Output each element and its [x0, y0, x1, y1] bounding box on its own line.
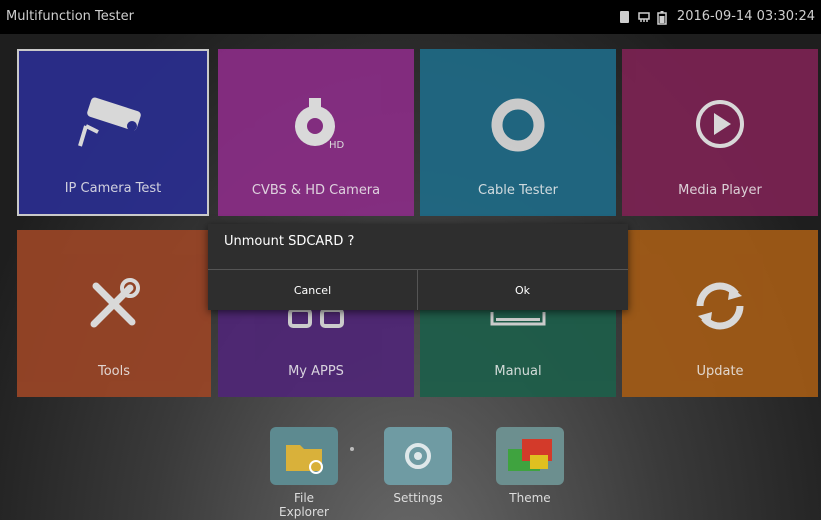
- sdcard-icon: [619, 10, 629, 23]
- cable-ring-icon: [490, 97, 546, 157]
- tile-label: My APPS: [288, 364, 344, 379]
- refresh-icon: [690, 278, 750, 338]
- dock-label: File Explorer: [279, 491, 329, 519]
- theme-icon: [496, 427, 564, 485]
- lan-icon: [637, 11, 650, 23]
- tile-update[interactable]: Update: [622, 230, 818, 397]
- dock-separator: [350, 447, 354, 451]
- dock-label: Theme: [509, 491, 551, 505]
- folder-icon: [270, 427, 338, 485]
- settings-icon: [384, 427, 452, 485]
- tile-cable-tester[interactable]: Cable Tester: [420, 49, 616, 216]
- unmount-dialog: Unmount SDCARD ? Cancel Ok: [208, 224, 628, 310]
- tile-label: CVBS & HD Camera: [251, 183, 381, 198]
- cancel-button[interactable]: Cancel: [208, 270, 417, 310]
- tile-label: IP Camera Test: [64, 181, 162, 196]
- tile-media-player[interactable]: Media Player: [622, 49, 818, 216]
- dock-settings[interactable]: Settings: [382, 427, 454, 505]
- dock-theme[interactable]: Theme: [494, 427, 566, 505]
- dock-label: Settings: [393, 491, 443, 505]
- tile-label: Tools: [97, 364, 131, 379]
- battery-icon: [657, 10, 669, 25]
- status-indicators: 2016-09-14 03:30:24: [619, 9, 815, 25]
- tile-ip-camera-test[interactable]: IP Camera Test: [17, 49, 209, 216]
- tools-icon: [84, 274, 144, 338]
- datetime: 2016-09-14 03:30:24: [676, 9, 815, 24]
- app-title: Multifunction Tester: [6, 9, 134, 24]
- manual-icon: [488, 310, 548, 332]
- svg-text:HD: HD: [329, 140, 345, 150]
- status-bar: Multifunction Tester 2016-09-14 03:30:24: [0, 0, 821, 34]
- tile-cvbs-hd-camera[interactable]: HD CVBS & HD Camera: [218, 49, 414, 216]
- play-icon: [693, 97, 747, 155]
- ptz-camera-icon: HD: [285, 94, 347, 154]
- ok-button[interactable]: Ok: [418, 270, 627, 310]
- dialog-message: Unmount SDCARD ?: [224, 234, 355, 249]
- tile-tools[interactable]: Tools: [17, 230, 211, 397]
- tile-label: Update: [696, 364, 744, 379]
- tile-label: Media Player: [678, 183, 762, 198]
- apps-icon: [286, 308, 346, 332]
- tile-label: Manual: [494, 364, 542, 379]
- ip-camera-icon: [76, 96, 150, 154]
- dock-file-explorer[interactable]: File Explorer: [268, 427, 340, 519]
- tile-label: Cable Tester: [478, 183, 558, 198]
